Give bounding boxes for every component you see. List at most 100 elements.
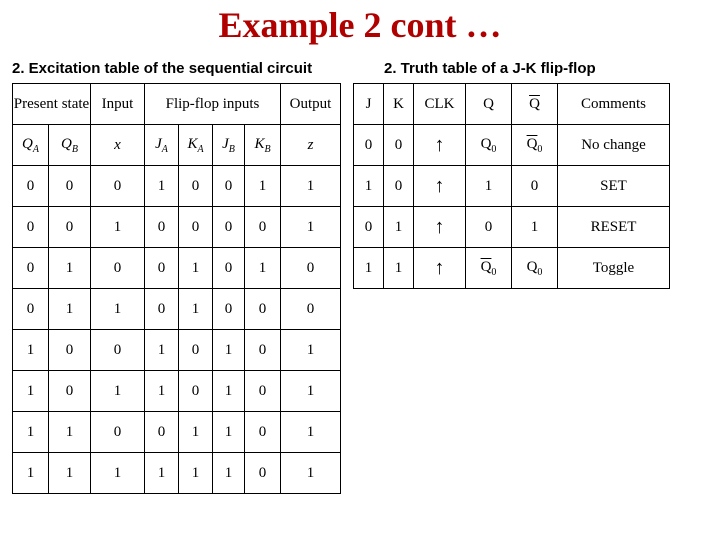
col-header-x: x bbox=[91, 125, 145, 166]
cell: 0 bbox=[91, 166, 145, 207]
cell: 1 bbox=[213, 412, 245, 453]
table-row: 01101000 bbox=[13, 289, 341, 330]
cell: 1 bbox=[179, 289, 213, 330]
captions-row: 2. Excitation table of the sequential ci… bbox=[12, 60, 708, 77]
caption-right: 2. Truth table of a J-K flip-flop bbox=[380, 60, 708, 77]
cell-clk: ↑ bbox=[414, 248, 466, 289]
cell: 0 bbox=[145, 289, 179, 330]
cell: 1 bbox=[179, 453, 213, 494]
group-header-output: Output bbox=[281, 84, 341, 125]
cell-j: 1 bbox=[354, 248, 384, 289]
cell-q: Q0 bbox=[512, 248, 558, 289]
col-header-qa: QA bbox=[13, 125, 49, 166]
table-row: 00010011 bbox=[13, 166, 341, 207]
excitation-table: Present state Input Flip-flop inputs Out… bbox=[12, 83, 341, 494]
col-header-qb: QB bbox=[49, 125, 91, 166]
cell: 0 bbox=[91, 412, 145, 453]
cell: 1 bbox=[145, 453, 179, 494]
cell: 1 bbox=[213, 330, 245, 371]
cell: 0 bbox=[245, 330, 281, 371]
cell: 0 bbox=[245, 412, 281, 453]
cell: 1 bbox=[281, 207, 341, 248]
cell: 1 bbox=[91, 453, 145, 494]
table-row: 11111101 bbox=[13, 453, 341, 494]
cell: 1 bbox=[145, 330, 179, 371]
group-header-present-state: Present state bbox=[13, 84, 91, 125]
table-row: 10110101 bbox=[13, 371, 341, 412]
cell: 1 bbox=[245, 166, 281, 207]
cell: 0 bbox=[213, 289, 245, 330]
col-header-q: Q bbox=[466, 84, 512, 125]
cell: 1 bbox=[49, 289, 91, 330]
cell: 1 bbox=[213, 371, 245, 412]
up-arrow-icon: ↑ bbox=[435, 175, 445, 197]
cell: 1 bbox=[49, 453, 91, 494]
cell: 0 bbox=[281, 289, 341, 330]
cell-q: Q0 bbox=[466, 125, 512, 166]
table-row: 01001010 bbox=[13, 248, 341, 289]
table-row: 10↑10SET bbox=[354, 166, 670, 207]
cell-k: 0 bbox=[384, 125, 414, 166]
cell: 1 bbox=[281, 330, 341, 371]
cell: 1 bbox=[281, 453, 341, 494]
cell-clk: ↑ bbox=[414, 166, 466, 207]
up-arrow-icon: ↑ bbox=[435, 216, 445, 238]
table-row: 11001101 bbox=[13, 412, 341, 453]
cell-k: 1 bbox=[384, 207, 414, 248]
cell: 0 bbox=[13, 289, 49, 330]
cell: 1 bbox=[179, 412, 213, 453]
cell: 0 bbox=[245, 207, 281, 248]
cell: 1 bbox=[91, 371, 145, 412]
slide: Example 2 cont … 2. Excitation table of … bbox=[0, 0, 720, 540]
cell-j: 0 bbox=[354, 207, 384, 248]
cell-comment: RESET bbox=[558, 207, 670, 248]
cell-j: 0 bbox=[354, 125, 384, 166]
cell: 0 bbox=[213, 207, 245, 248]
group-header-ffinputs: Flip-flop inputs bbox=[145, 84, 281, 125]
tables-container: Present state Input Flip-flop inputs Out… bbox=[12, 83, 708, 494]
cell-k: 1 bbox=[384, 248, 414, 289]
col-header-k: K bbox=[384, 84, 414, 125]
cell: 1 bbox=[145, 166, 179, 207]
col-header-jb: JB bbox=[213, 125, 245, 166]
cell: 0 bbox=[245, 289, 281, 330]
cell-q: 0 bbox=[466, 207, 512, 248]
table-row: 00100001 bbox=[13, 207, 341, 248]
cell: 0 bbox=[213, 166, 245, 207]
cell: 1 bbox=[213, 453, 245, 494]
table-row: 11↑Q0Q0Toggle bbox=[354, 248, 670, 289]
cell: 1 bbox=[91, 289, 145, 330]
cell-q: 1 bbox=[466, 166, 512, 207]
cell-q: Q0 bbox=[512, 125, 558, 166]
table-row: Present state Input Flip-flop inputs Out… bbox=[13, 84, 341, 125]
col-header-comments: Comments bbox=[558, 84, 670, 125]
cell: 0 bbox=[145, 207, 179, 248]
cell: 0 bbox=[213, 248, 245, 289]
cell: 0 bbox=[91, 330, 145, 371]
cell: 0 bbox=[179, 330, 213, 371]
col-header-clk: CLK bbox=[414, 84, 466, 125]
col-header-ka: KA bbox=[179, 125, 213, 166]
page-title: Example 2 cont … bbox=[12, 4, 708, 46]
up-arrow-icon: ↑ bbox=[435, 134, 445, 156]
cell: 1 bbox=[49, 412, 91, 453]
cell-j: 1 bbox=[354, 166, 384, 207]
cell: 1 bbox=[281, 412, 341, 453]
table-row: 00↑Q0Q0No change bbox=[354, 125, 670, 166]
cell: 0 bbox=[49, 166, 91, 207]
cell: 1 bbox=[91, 207, 145, 248]
cell: 0 bbox=[179, 166, 213, 207]
cell: 1 bbox=[13, 453, 49, 494]
cell: 1 bbox=[13, 371, 49, 412]
cell: 0 bbox=[91, 248, 145, 289]
table-row: J K CLK Q Q Comments bbox=[354, 84, 670, 125]
cell-clk: ↑ bbox=[414, 207, 466, 248]
cell: 0 bbox=[145, 412, 179, 453]
cell: 0 bbox=[49, 207, 91, 248]
cell: 1 bbox=[245, 248, 281, 289]
cell-q: 1 bbox=[512, 207, 558, 248]
truth-table: J K CLK Q Q Comments 00↑Q0Q0No change10↑… bbox=[353, 83, 670, 289]
group-header-input: Input bbox=[91, 84, 145, 125]
cell-k: 0 bbox=[384, 166, 414, 207]
table-row: QA QB x JA KA JB KB z bbox=[13, 125, 341, 166]
